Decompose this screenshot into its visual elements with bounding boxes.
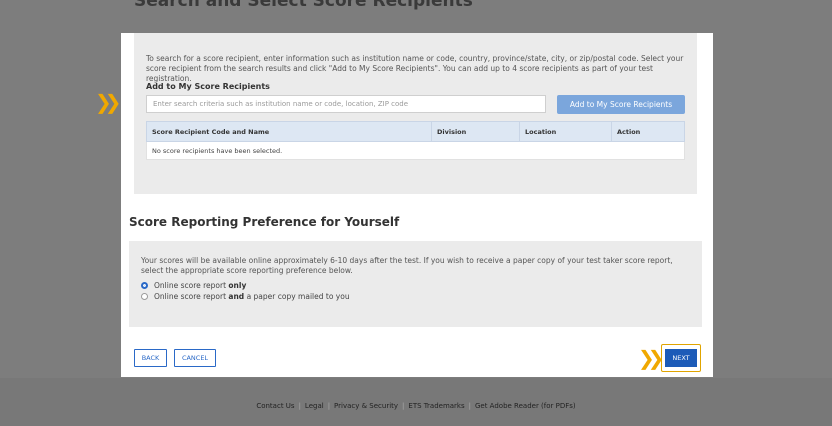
score-preference-title: Score Reporting Preference for Yourself	[129, 215, 400, 229]
score-recipient-dialog: To search for a score recipient, enter i…	[121, 33, 713, 377]
option-label: Online score report and a paper copy mai…	[154, 292, 350, 301]
table-header-row: Score Recipient Code and Name Division L…	[146, 121, 685, 142]
double-chevron-right-icon: ❯❯	[638, 346, 664, 370]
radio-unselected-icon[interactable]	[141, 293, 148, 300]
radio-selected-icon[interactable]	[141, 282, 148, 289]
column-header-recipient: Score Recipient Code and Name	[146, 121, 432, 142]
search-input[interactable]	[146, 95, 546, 113]
empty-table-message: No score recipients have been selected.	[146, 141, 685, 160]
score-preference-panel: Your scores will be available online app…	[129, 241, 702, 327]
page-title: Search and Select Score Recipients	[134, 0, 473, 11]
privacy-security-link[interactable]: Privacy & Security	[330, 402, 402, 410]
cancel-button[interactable]: CANCEL	[174, 349, 216, 367]
score-preference-description: Your scores will be available online app…	[141, 256, 673, 275]
online-and-paper-option[interactable]: Online score report and a paper copy mai…	[141, 292, 350, 301]
ets-trademarks-link[interactable]: ETS Trademarks	[404, 402, 468, 410]
footer: Contact Us | Legal | Privacy & Security | ETS …	[0, 378, 832, 426]
add-recipients-heading: Add to My Score Recipients	[146, 82, 270, 91]
search-instructions: To search for a score recipient, enter i…	[146, 54, 684, 83]
contact-us-link[interactable]: Contact Us	[252, 402, 298, 410]
column-header-division: Division	[431, 121, 520, 142]
double-chevron-right-icon: ❯❯	[95, 90, 121, 114]
adobe-reader-link[interactable]: Get Adobe Reader (for PDFs)	[471, 402, 580, 410]
next-highlight: NEXT	[661, 344, 701, 372]
footer-links: Contact Us | Legal | Privacy & Security | ETS …	[0, 402, 832, 410]
search-panel: To search for a score recipient, enter i…	[134, 33, 697, 194]
option-label: Online score report only	[154, 281, 247, 290]
recipients-table: Score Recipient Code and Name Division L…	[146, 121, 685, 160]
next-button[interactable]: NEXT	[665, 349, 697, 367]
column-header-location: Location	[519, 121, 612, 142]
back-button[interactable]: BACK	[134, 349, 167, 367]
add-to-recipients-button[interactable]: Add to My Score Recipients	[557, 95, 685, 114]
online-only-option[interactable]: Online score report only	[141, 281, 246, 290]
legal-link[interactable]: Legal	[301, 402, 328, 410]
column-header-action: Action	[611, 121, 685, 142]
table-row: No score recipients have been selected.	[146, 141, 685, 160]
